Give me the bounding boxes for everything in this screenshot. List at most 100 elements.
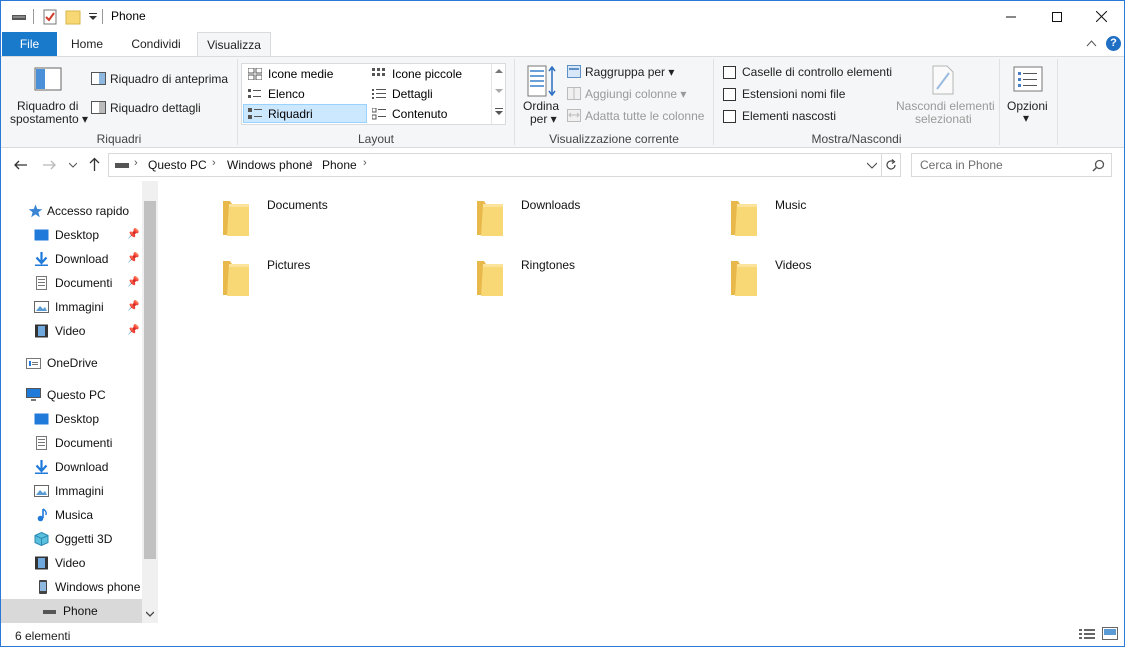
folder-icon (223, 261, 249, 296)
gallery-more-icon[interactable] (495, 108, 503, 116)
nav-pc-windows-phone[interactable]: Windows phone (1, 575, 142, 599)
nav-onedrive[interactable]: OneDrive (1, 351, 142, 375)
gallery-down-icon[interactable] (495, 88, 503, 94)
pin-icon: 📌 (127, 253, 140, 264)
add-columns-icon (567, 87, 581, 100)
search-input[interactable] (912, 154, 1082, 176)
help-icon[interactable]: ? (1106, 36, 1121, 51)
hidden-items-label[interactable]: Elementi nascosti (742, 109, 836, 123)
navigation-pane: Accesso rapido Desktop 📌 Download 📌 Docume… (1, 181, 158, 623)
folder-item[interactable]: Videos (729, 258, 959, 308)
item-checkboxes-label[interactable]: Caselle di controllo elementi (742, 65, 892, 79)
refresh-button[interactable] (881, 153, 901, 177)
layout-content[interactable]: Contenuto (368, 105, 490, 124)
hidden-items-checkbox[interactable] (723, 110, 736, 123)
nav-pc-download[interactable]: Download (1, 455, 142, 479)
maximize-icon (1052, 11, 1062, 22)
item-count: 6 elementi (15, 629, 71, 643)
nav-pc-pictures[interactable]: Immagini (1, 479, 142, 503)
gallery-up-icon[interactable] (495, 68, 503, 74)
preview-pane-button[interactable]: Riquadro di anteprima (110, 72, 228, 86)
nav-quick-pictures[interactable]: Immagini 📌 (1, 295, 142, 319)
tab-home[interactable]: Home (63, 32, 111, 56)
breadcrumb-this-pc[interactable]: Questo PC (148, 158, 207, 172)
download-icon (35, 252, 48, 266)
navigation-pane-scrollbar[interactable] (142, 181, 158, 623)
nav-pc-documents[interactable]: Documenti (1, 431, 142, 455)
details-pane-button[interactable]: Riquadro dettagli (110, 101, 201, 115)
customize-toolbar-icon[interactable] (85, 9, 101, 25)
nav-pc-3d-objects[interactable]: Oggetti 3D (1, 527, 142, 551)
group-by-button[interactable]: Raggruppa per ▾ (585, 65, 674, 79)
minimize-icon (1006, 16, 1016, 17)
device-icon (115, 163, 129, 168)
refresh-icon (886, 159, 896, 170)
properties-icon[interactable] (42, 9, 58, 25)
file-extensions-label[interactable]: Estensioni nomi file (742, 87, 845, 101)
layout-small-icons[interactable]: Icone piccole (368, 65, 490, 84)
close-button[interactable] (1078, 1, 1124, 32)
recent-locations-icon[interactable] (69, 162, 77, 168)
group-label-panes: Riquadri (96, 132, 142, 146)
folder-item[interactable]: Ringtones (475, 258, 705, 308)
sort-by-button[interactable]: Ordina (523, 99, 559, 113)
small-icons-icon (372, 68, 385, 76)
collapse-ribbon-icon[interactable] (1086, 39, 1097, 47)
layout-list[interactable]: Elenco (244, 85, 366, 104)
pin-icon: 📌 (127, 301, 140, 312)
folder-item[interactable]: Music (729, 198, 959, 248)
folder-item[interactable]: Documents (221, 198, 451, 248)
navigation-pane-button-label[interactable]: spostamento ▾ (10, 112, 88, 126)
options-icon (1013, 66, 1043, 92)
onedrive-icon (26, 358, 41, 369)
breadcrumb-phone[interactable]: Phone (322, 158, 357, 172)
nav-quick-access[interactable]: Accesso rapido (1, 199, 142, 223)
documents-icon (36, 436, 47, 450)
tab-share[interactable]: Condividi (123, 32, 189, 56)
desktop-icon (34, 413, 49, 425)
options-dropdown-icon[interactable]: ▾ (1023, 111, 1029, 125)
address-dropdown-icon[interactable] (867, 162, 877, 169)
folder-item[interactable]: Downloads (475, 198, 705, 248)
layout-gallery-scroll[interactable] (491, 64, 505, 124)
nav-pc-video[interactable]: Video (1, 551, 142, 575)
maximize-button[interactable] (1034, 1, 1080, 32)
item-checkboxes-checkbox[interactable] (723, 66, 736, 79)
details-view-icon[interactable] (1079, 628, 1095, 640)
minimize-button[interactable] (988, 1, 1034, 32)
layout-tiles[interactable]: Riquadri (243, 104, 367, 123)
details-pane-icon (91, 101, 106, 114)
nav-quick-video[interactable]: Video 📌 (1, 319, 142, 343)
hide-selected-button-label: selezionati (915, 112, 972, 126)
breadcrumb-windows-phone[interactable]: Windows phone (227, 158, 312, 172)
navigation-pane-icon (34, 67, 62, 91)
tab-file[interactable]: File (2, 32, 57, 56)
address-row: › Questo PC › Windows phone › Phone › (1, 149, 1124, 181)
layout-details[interactable]: Dettagli (368, 85, 490, 104)
title-bar: Phone (1, 1, 1124, 32)
file-extensions-checkbox[interactable] (723, 88, 736, 101)
nav-phone[interactable]: Phone (1, 599, 142, 623)
search-box[interactable] (911, 153, 1112, 177)
pictures-icon (34, 485, 49, 497)
nav-quick-documents[interactable]: Documenti 📌 (1, 271, 142, 295)
layout-medium-icons[interactable]: Icone medie (244, 65, 366, 84)
navigation-pane-button[interactable]: Riquadro di (17, 99, 78, 113)
back-icon[interactable] (13, 159, 28, 171)
tab-view[interactable]: Visualizza (197, 32, 271, 57)
nav-this-pc[interactable]: Questo PC (1, 383, 142, 407)
nav-pc-desktop[interactable]: Desktop (1, 407, 142, 431)
nav-quick-desktop[interactable]: Desktop 📌 (1, 223, 142, 247)
nav-quick-download[interactable]: Download 📌 (1, 247, 142, 271)
up-icon[interactable] (88, 157, 101, 172)
add-columns-button: Aggiungi colonne ▾ (585, 87, 687, 101)
forward-icon[interactable] (42, 159, 57, 171)
nav-pc-music[interactable]: Musica (1, 503, 142, 527)
scroll-down-icon[interactable] (146, 611, 154, 617)
sort-by-button-label[interactable]: per ▾ (530, 112, 557, 126)
navigation-pane-scroll-thumb[interactable] (144, 201, 156, 559)
address-bar[interactable]: › Questo PC › Windows phone › Phone › (108, 153, 882, 177)
folder-item[interactable]: Pictures (221, 258, 451, 308)
large-icons-view-icon[interactable] (1102, 627, 1118, 640)
new-folder-icon[interactable] (65, 9, 81, 25)
